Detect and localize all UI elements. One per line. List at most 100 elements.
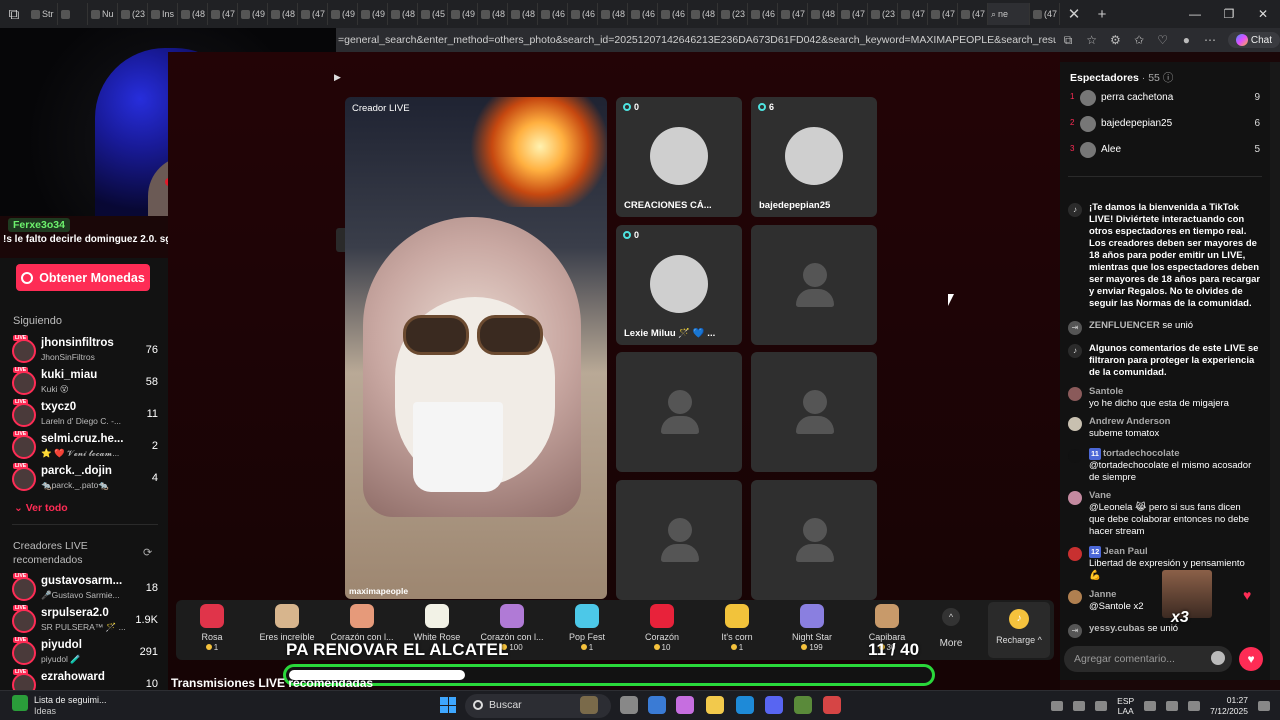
chevron-up-icon[interactable]: [1051, 701, 1064, 711]
empty-guest-slot[interactable]: [751, 225, 877, 345]
clock[interactable]: 01:27 7/12/2025: [1210, 695, 1248, 717]
browser-tab[interactable]: (48: [598, 3, 628, 25]
browser-tab[interactable]: (23: [868, 3, 898, 25]
browser-tab[interactable]: [58, 3, 88, 25]
following-item[interactable]: LIVE jhonsinfiltros JhonSinFiltros 76: [12, 335, 158, 366]
store-icon[interactable]: [648, 696, 666, 714]
volume-icon[interactable]: [1166, 701, 1179, 711]
recommended-item[interactable]: LIVE srpulsera2.0 SR PULSERA™ 🪄 ... 1.9K: [12, 605, 158, 636]
host-video[interactable]: Creador LIVE maximapeople: [345, 97, 607, 599]
profile-avatar-icon[interactable]: ●: [1175, 33, 1199, 47]
browser-tab[interactable]: (47: [298, 3, 328, 25]
guest-slot[interactable]: 0 CREACIONES CÁ...: [616, 97, 742, 217]
browser-tab[interactable]: (48: [808, 3, 838, 25]
browser-tab[interactable]: (46: [568, 3, 598, 25]
discord-icon[interactable]: [765, 696, 783, 714]
browser-tab[interactable]: (47: [1030, 3, 1060, 25]
browser-tab[interactable]: (46: [748, 3, 778, 25]
onedrive-icon[interactable]: [1073, 701, 1086, 711]
browser-tab[interactable]: (47: [208, 3, 238, 25]
favorites-icon[interactable]: ✩: [1127, 33, 1151, 47]
browser-tab[interactable]: (46: [628, 3, 658, 25]
url-text[interactable]: =general_search&enter_method=others_phot…: [336, 34, 1056, 46]
empty-guest-slot[interactable]: [751, 352, 877, 472]
bookmark-star-icon[interactable]: ☆: [1080, 33, 1104, 47]
copilot-chat-button[interactable]: Chat: [1227, 32, 1280, 48]
refresh-icon[interactable]: ⟳: [143, 546, 152, 559]
network-icon[interactable]: [1144, 701, 1157, 711]
browser-tab[interactable]: (48: [478, 3, 508, 25]
gift-item[interactable]: Pop Fest 1: [551, 604, 623, 658]
edge-icon[interactable]: [736, 696, 754, 714]
language-indicator[interactable]: ESP LAA: [1117, 696, 1134, 716]
see-all-link[interactable]: ⌄ Ver todo: [14, 502, 68, 514]
following-item[interactable]: LIVE parck._.dojin 🐀parck._.pato🐀 4: [12, 463, 158, 494]
close-tab-icon[interactable]: ✕: [1060, 3, 1088, 25]
viewers-header[interactable]: Espectadores · 55 ⓘ: [1070, 70, 1173, 85]
task-view-icon[interactable]: [620, 696, 638, 714]
gift-item[interactable]: It's corn 1: [701, 604, 773, 658]
browser-tab[interactable]: (48: [688, 3, 718, 25]
minimize-icon[interactable]: —: [1178, 0, 1212, 28]
close-window-icon[interactable]: ✕: [1246, 0, 1280, 28]
maximize-icon[interactable]: ❐: [1212, 0, 1246, 28]
browser-tab[interactable]: (48: [388, 3, 418, 25]
browser-tab[interactable]: (23: [118, 3, 148, 25]
chat-scrollbar[interactable]: [1270, 62, 1280, 680]
gift-item[interactable]: Corazón 10: [626, 604, 698, 658]
news-widget[interactable]: Lista de seguimi... Ideas: [12, 695, 107, 717]
browser-tab[interactable]: (49: [238, 3, 268, 25]
new-tab-icon[interactable]: +: [1088, 3, 1116, 25]
empty-guest-slot[interactable]: [616, 352, 742, 472]
following-item[interactable]: LIVE txycz0 Lareln d' Diego C. -... 11: [12, 399, 158, 430]
browser-tab[interactable]: (49: [328, 3, 358, 25]
browser-tab[interactable]: (46: [658, 3, 688, 25]
browser-tab[interactable]: (46: [538, 3, 568, 25]
collapse-sidebar-icon[interactable]: ▶: [334, 72, 341, 83]
browser-tab[interactable]: (49: [358, 3, 388, 25]
task-app-icon[interactable]: [794, 696, 812, 714]
recommended-item[interactable]: LIVE gustavosarm... 🎤Gustavo Sarmie... 18: [12, 573, 158, 604]
top-viewer-row[interactable]: 3 Alee 5: [1070, 142, 1260, 160]
following-item[interactable]: LIVE selmi.cruz.he... ⭐ ❤️ 𝓥𝓮𝓷𝓲 𝓽𝓸𝓬𝓪𝓶... 2: [12, 431, 158, 462]
empty-guest-slot[interactable]: [616, 480, 742, 600]
browser-tab[interactable]: (48: [268, 3, 298, 25]
browser-essentials-icon[interactable]: ♡: [1151, 33, 1175, 47]
browser-tab-active[interactable]: ⌕ ne: [988, 3, 1030, 25]
browser-tab[interactable]: (47: [928, 3, 958, 25]
gift-item[interactable]: Night Star 199: [776, 604, 848, 658]
tab-actions-icon[interactable]: ⧉: [0, 3, 28, 25]
recommended-item[interactable]: LIVE piyudol piyudol 🧪 291: [12, 637, 158, 668]
browser-tab[interactable]: (48: [508, 3, 538, 25]
task-app-icon[interactable]: [580, 696, 598, 714]
address-bar[interactable]: =general_search&enter_method=others_phot…: [336, 28, 1280, 52]
notifications-icon[interactable]: [1258, 701, 1270, 711]
file-explorer-icon[interactable]: [706, 696, 724, 714]
copilot-app-icon[interactable]: [676, 696, 694, 714]
gift-item[interactable]: Rosa 1: [176, 604, 248, 658]
more-gifts-button[interactable]: ^ More: [936, 608, 966, 649]
extensions-icon[interactable]: ⚙: [1103, 33, 1127, 47]
recharge-button[interactable]: ♪ Recharge ^: [988, 602, 1050, 658]
info-icon[interactable]: ⓘ: [1163, 72, 1174, 84]
obs-icon[interactable]: [823, 696, 841, 714]
comment-input[interactable]: Agregar comentario...: [1064, 646, 1232, 672]
get-coins-button[interactable]: Obtener Monedas: [16, 264, 150, 291]
browser-tab[interactable]: (47: [778, 3, 808, 25]
browser-tab[interactable]: Str: [28, 3, 58, 25]
browser-tab[interactable]: (47: [898, 3, 928, 25]
following-item[interactable]: LIVE kuki_miau Kuki 😵 58: [12, 367, 158, 398]
guest-slot[interactable]: 0 Lexie Miluu 🪄 💙 ...: [616, 225, 742, 345]
browser-tab[interactable]: (23: [718, 3, 748, 25]
guest-slot[interactable]: 6 bajedepepian25: [751, 97, 877, 217]
top-viewer-row[interactable]: 1 perra cachetona 9: [1070, 90, 1260, 108]
emoji-icon[interactable]: [1211, 651, 1225, 665]
browser-tab[interactable]: (47: [958, 3, 988, 25]
open-in-app-icon[interactable]: ⧉: [1056, 33, 1080, 48]
browser-tab[interactable]: (47: [838, 3, 868, 25]
browser-tab[interactable]: (45: [418, 3, 448, 25]
menu-dots-icon[interactable]: ⋯: [1198, 33, 1222, 47]
windows-start-icon[interactable]: [440, 697, 456, 713]
empty-guest-slot[interactable]: [751, 480, 877, 600]
like-button[interactable]: ♥: [1239, 647, 1263, 671]
